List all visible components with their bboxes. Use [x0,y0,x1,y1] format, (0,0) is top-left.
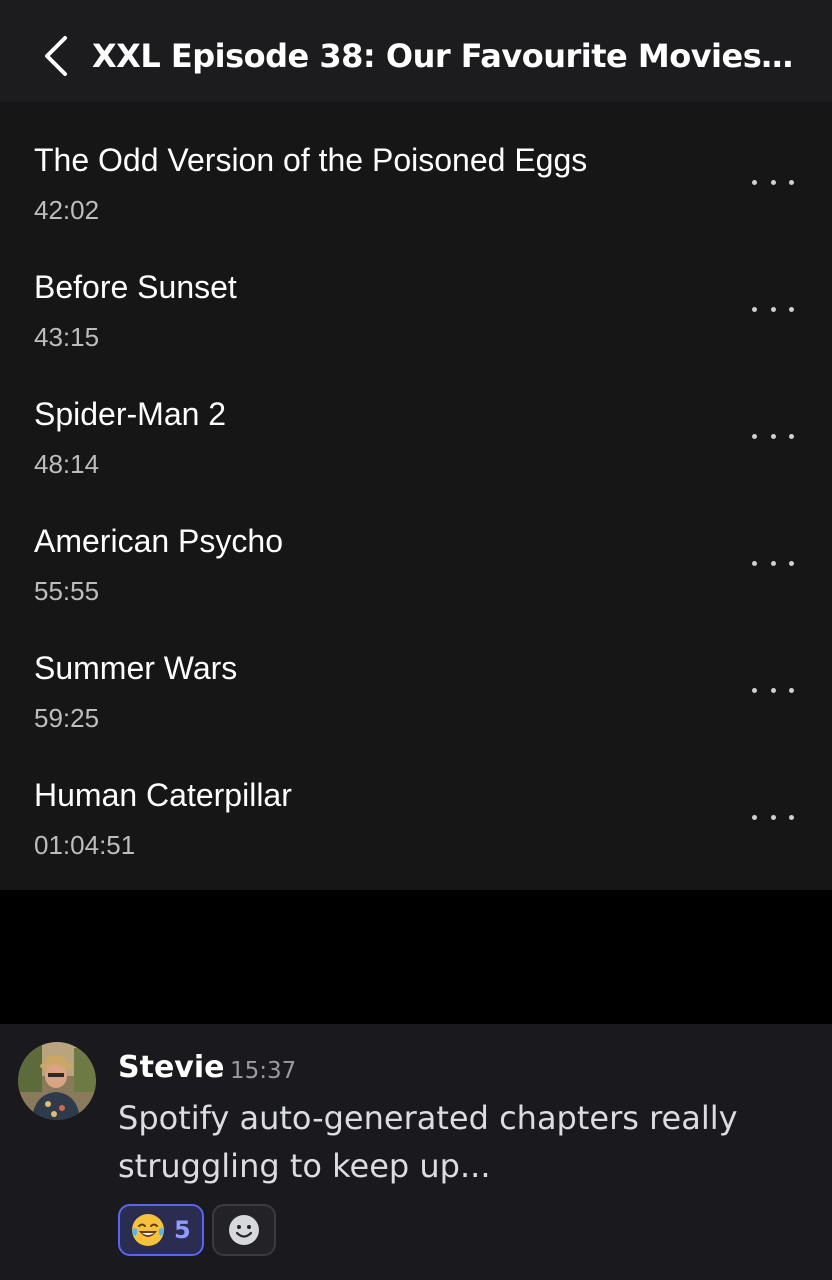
more-options-button[interactable] [748,674,798,706]
chapter-item[interactable]: Spider-Man 2 48:14 [0,356,832,483]
chapter-item[interactable]: Human Caterpillar 01:04:51 [0,737,832,864]
avatar[interactable] [18,1042,96,1120]
chapter-time: 43:15 [34,322,100,352]
chapter-time: 59:25 [34,703,100,733]
chat-message: Stevie 15:37 Spotify auto-generated chap… [0,1024,832,1280]
chapter-item[interactable]: American Psycho 55:55 [0,483,832,610]
chapter-list: The Odd Version of the Poisoned Eggs 42:… [0,102,832,890]
chapter-item[interactable]: Before Sunset 43:15 [0,229,832,356]
chapter-time: 01:04:51 [34,830,136,860]
chevron-left-icon [45,36,67,76]
message-timestamp: 15:37 [230,1058,297,1084]
chapter-time: 42:02 [34,195,100,225]
dot [789,814,794,820]
chapter-title: Spider-Man 2 [34,396,227,432]
page-title: XXL Episode 38: Our Favourite Movies of … [92,37,802,75]
dot [752,560,757,566]
smiley-add-reaction-icon [229,1215,259,1245]
dot [752,433,757,439]
dot [789,687,794,693]
more-options-button[interactable] [748,166,798,198]
more-options-button[interactable] [748,420,798,452]
reaction-button[interactable]: 5 [118,1204,204,1256]
dot [770,687,776,693]
chapter-title: Human Caterpillar [34,777,292,813]
tears-of-joy-emoji-icon [132,1214,164,1246]
chapter-title: The Odd Version of the Poisoned Eggs [34,142,588,178]
dot [789,179,794,185]
spacer [0,890,832,1024]
chapter-title: Summer Wars [34,650,238,686]
dot [752,306,757,312]
dot [770,306,776,312]
chapter-item[interactable]: The Odd Version of the Poisoned Eggs 42:… [0,102,832,229]
chapter-title: Before Sunset [34,269,237,305]
message-body: Spotify auto-generated chapters really s… [118,1099,738,1185]
add-reaction-button[interactable] [212,1204,276,1256]
dot [770,433,776,439]
dot [789,433,794,439]
more-options-button[interactable] [748,293,798,325]
dot [789,560,794,566]
dot [770,814,776,820]
dot [752,687,757,693]
chapter-time: 48:14 [34,449,100,479]
reaction-count: 5 [174,1216,191,1244]
top-bar: XXL Episode 38: Our Favourite Movies of … [0,0,832,102]
chapter-time: 55:55 [34,576,100,606]
more-options-button[interactable] [748,801,798,833]
more-options-button[interactable] [748,547,798,579]
message-author[interactable]: Stevie [118,1050,224,1086]
dot [770,179,776,185]
chapter-item[interactable]: Summer Wars 59:25 [0,610,832,737]
chapter-title: American Psycho [34,523,283,559]
dot [789,306,794,312]
user-avatar-icon [18,1042,96,1120]
dot [770,560,776,566]
back-button[interactable] [36,30,76,82]
dot [752,179,757,185]
dot [752,814,757,820]
